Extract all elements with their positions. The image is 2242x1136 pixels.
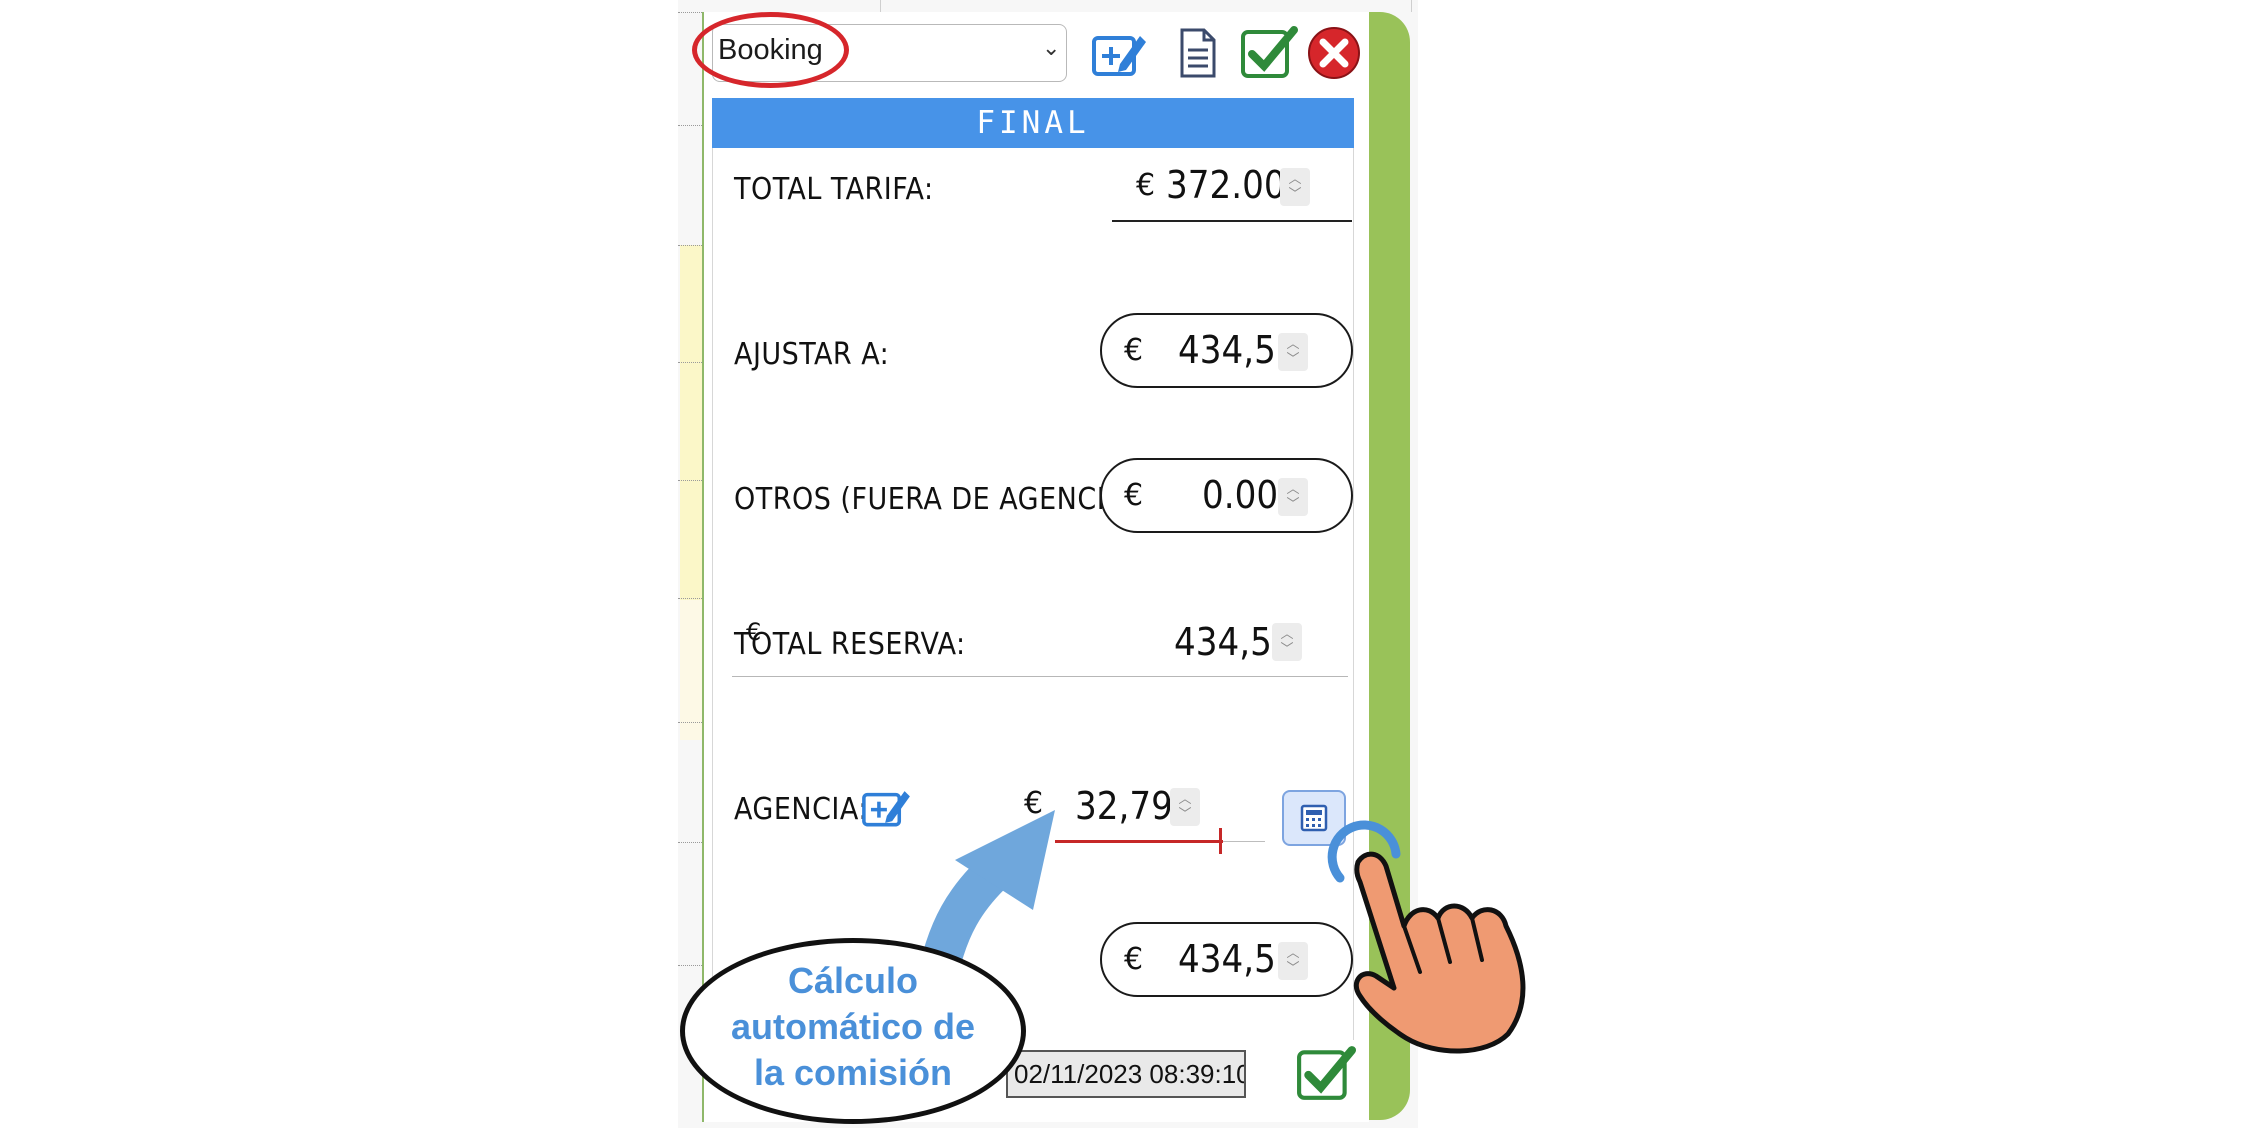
final-amount-value[interactable]: 434,5 bbox=[1178, 937, 1276, 981]
agencia-underline-tick bbox=[1219, 828, 1222, 854]
otros-label: OTROS (FUERA DE AGENCIA): bbox=[734, 482, 1145, 517]
ajustar-spinner[interactable]: ︿ ﹀ bbox=[1278, 333, 1308, 371]
total-reserva-currency: € bbox=[746, 618, 762, 646]
total-tarifa-currency: € bbox=[1136, 168, 1156, 203]
annotation-line: la comisión bbox=[753, 1052, 953, 1093]
otros-spinner[interactable]: ︿ ﹀ bbox=[1278, 478, 1308, 516]
ajustar-value[interactable]: 434,5 bbox=[1178, 328, 1276, 372]
background-dotted-line bbox=[678, 12, 702, 13]
background-dotted-line bbox=[678, 245, 702, 246]
document-icon[interactable] bbox=[1168, 24, 1226, 82]
total-reserva-spinner[interactable]: ︿ ﹀ bbox=[1272, 623, 1302, 661]
background-dotted-line bbox=[678, 125, 702, 126]
total-tarifa-label: TOTAL TARIFA: bbox=[734, 172, 934, 207]
background-dotted-line bbox=[678, 362, 702, 363]
ajustar-label: AJUSTAR A: bbox=[734, 337, 890, 372]
final-amount-spinner[interactable]: ︿ ﹀ bbox=[1278, 942, 1308, 980]
agencia-underline-rest bbox=[1223, 841, 1265, 842]
source-highlight-ring bbox=[692, 12, 849, 88]
edit-pencil-icon[interactable] bbox=[1090, 24, 1148, 82]
check-icon[interactable] bbox=[1240, 24, 1298, 82]
agencia-value[interactable]: 32,79 bbox=[1075, 784, 1173, 828]
edit-pencil-icon[interactable] bbox=[860, 784, 912, 830]
annotation-line: Cálculo bbox=[787, 960, 919, 1001]
background-dotted-line bbox=[678, 598, 702, 599]
total-reserva-value: 434,5 bbox=[1174, 620, 1272, 664]
pointing-hand-icon bbox=[1353, 851, 1526, 1054]
background-highlight-cell bbox=[680, 245, 702, 600]
background-highlight-cell bbox=[680, 600, 702, 740]
background-dotted-line bbox=[678, 722, 702, 723]
otros-value[interactable]: 0.00 bbox=[1202, 473, 1278, 517]
agencia-spinner[interactable]: ︿ ﹀ bbox=[1170, 788, 1200, 826]
timestamp-field: 02/11/2023 08:39:10 bbox=[1006, 1050, 1246, 1098]
background-dotted-line bbox=[678, 480, 702, 481]
background-grid bbox=[880, 0, 1412, 12]
close-icon[interactable] bbox=[1305, 24, 1363, 82]
total-tarifa-spinner[interactable]: ︿ ﹀ bbox=[1280, 168, 1310, 206]
total-reserva-label: TOTAL RESERVA: bbox=[734, 627, 966, 662]
section-divider bbox=[732, 676, 1348, 677]
section-header: FINAL bbox=[712, 98, 1354, 148]
chevron-down-icon[interactable]: ⌄ bbox=[1042, 36, 1060, 61]
final-amount-currency: € bbox=[1124, 942, 1144, 977]
ajustar-currency: € bbox=[1124, 333, 1144, 368]
otros-currency: € bbox=[1124, 478, 1144, 513]
annotation-line: automático de bbox=[730, 1006, 976, 1047]
agencia-label: AGENCIA: bbox=[734, 792, 868, 827]
background-dotted-line bbox=[678, 842, 702, 843]
annotation-text: Cálculo automático de la comisión bbox=[690, 958, 1016, 1096]
total-tarifa-underline bbox=[1112, 220, 1352, 222]
total-tarifa-value[interactable]: 372.00 bbox=[1166, 163, 1286, 207]
agencia-underline bbox=[1055, 840, 1223, 843]
